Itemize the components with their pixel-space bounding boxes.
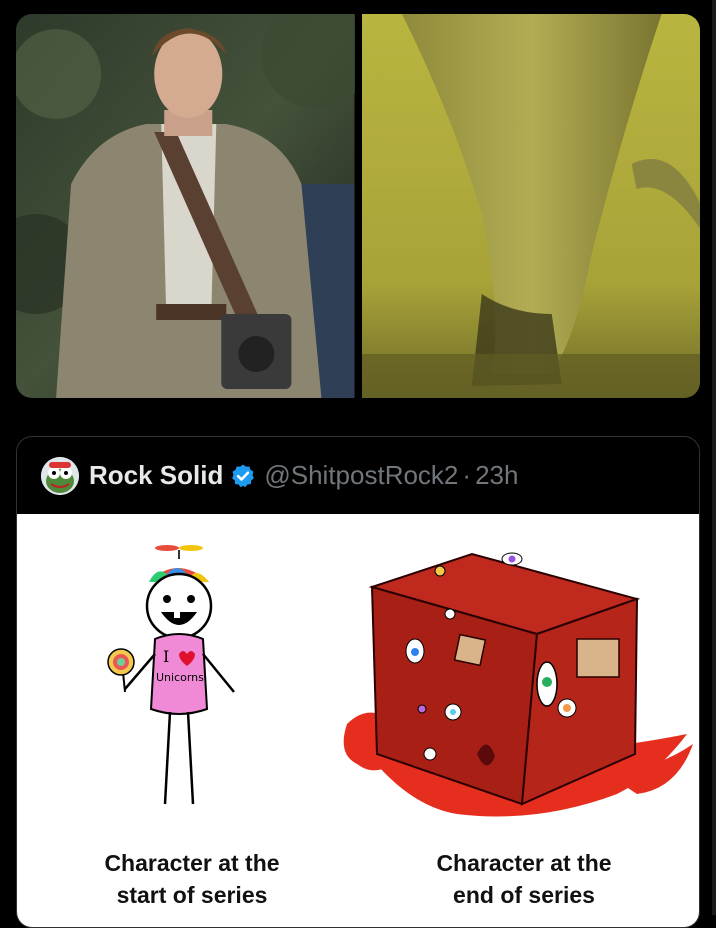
separator-dot: · <box>462 460 472 490</box>
author-display-name[interactable]: Rock Solid <box>89 460 223 491</box>
post-media-grid <box>16 14 700 398</box>
media-image-left[interactable] <box>16 14 355 398</box>
post-timestamp[interactable]: 23h <box>475 460 518 491</box>
caption-left-line1: Character at the <box>104 850 280 876</box>
author-handle[interactable]: @ShitpostRock2 <box>264 460 458 491</box>
caption-start-of-series: Character at the start of series <box>42 847 342 911</box>
avatar[interactable] <box>41 456 79 495</box>
photo-man-with-camera-image <box>16 14 355 398</box>
stick-character-illustration: I Unicorns <box>107 545 235 805</box>
shirt-text-i: I <box>163 647 169 666</box>
caption-end-of-series: Character at the end of series <box>374 847 674 911</box>
caption-right-line2: end of series <box>453 882 595 908</box>
verified-badge-icon <box>230 463 256 489</box>
caption-right-line1: Character at the <box>436 850 612 876</box>
quoted-post-header: Rock Solid @ShitpostRock2 · 23h <box>17 437 699 514</box>
photo-creature-leg-image <box>361 14 700 398</box>
caption-left-line2: start of series <box>116 882 268 908</box>
scrollbar-track[interactable] <box>712 0 716 915</box>
blood-cube-illustration <box>343 552 693 817</box>
quoted-post-card[interactable]: Rock Solid @ShitpostRock2 · 23h I Unicor… <box>16 436 700 928</box>
media-image-right[interactable] <box>361 14 700 398</box>
quoted-post-meme-image[interactable]: I Unicorns Character at the start of ser… <box>17 514 699 927</box>
frog-avatar-icon <box>41 456 79 495</box>
shirt-text-unicorns: Unicorns <box>156 671 204 684</box>
